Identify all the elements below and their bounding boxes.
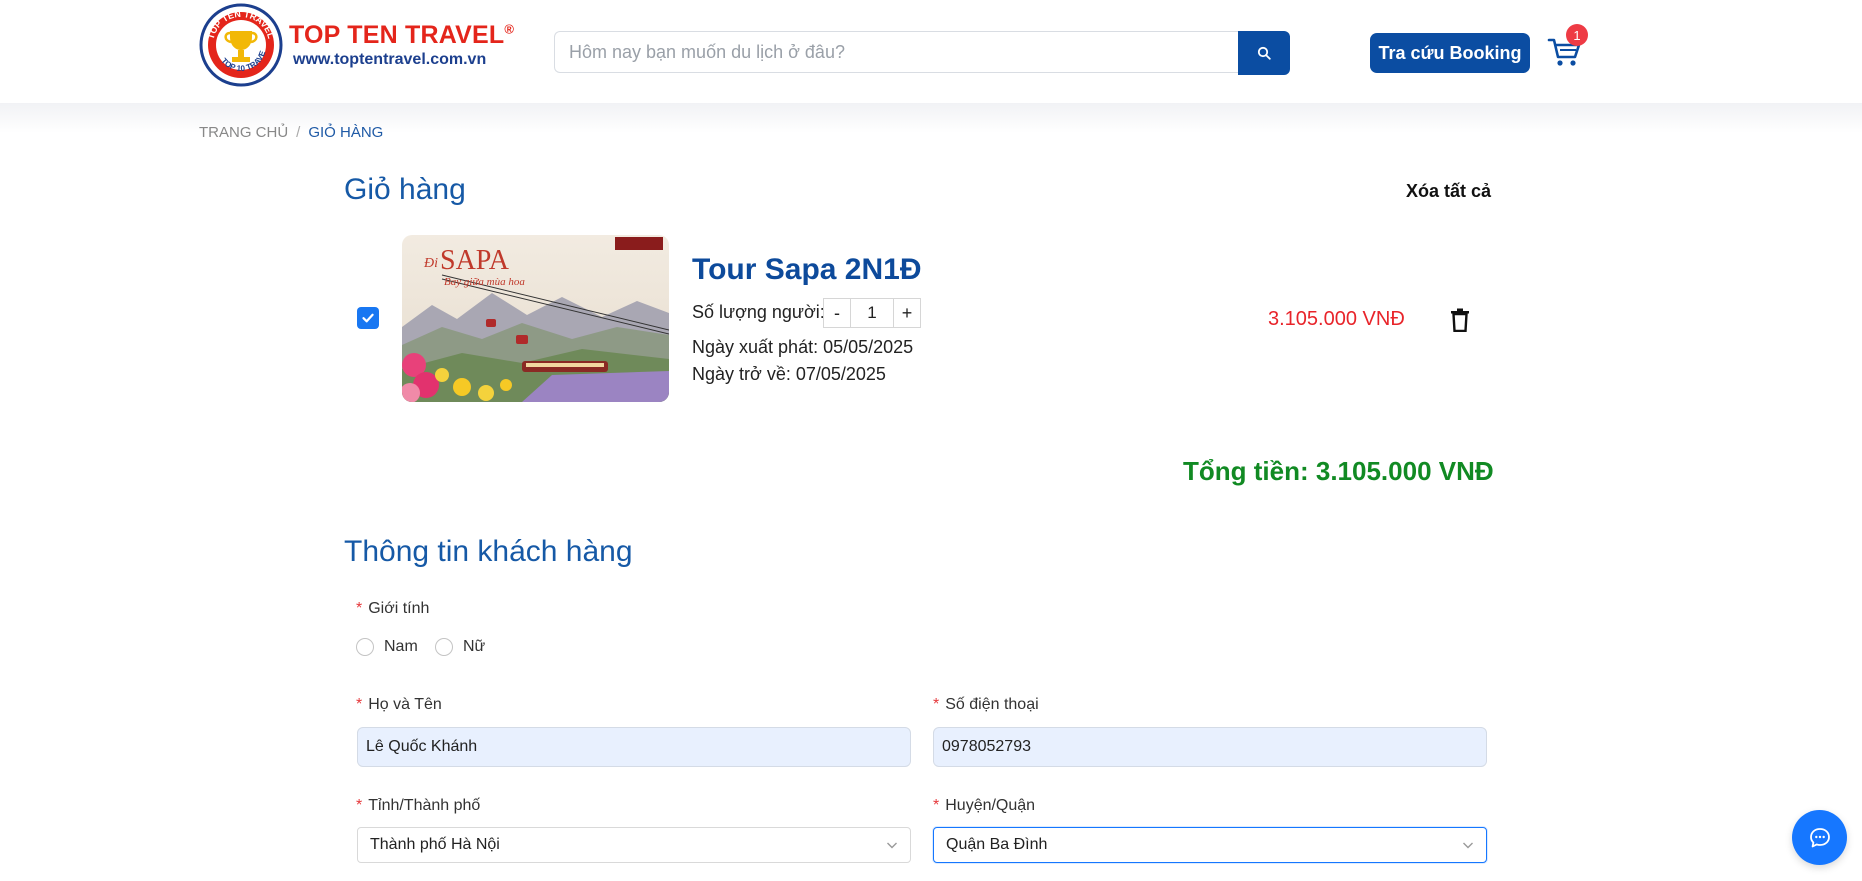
required-mark: *	[356, 600, 363, 617]
quantity-stepper: - +	[823, 298, 921, 328]
province-label: * Tỉnh/Thành phố	[356, 797, 480, 815]
fullname-label-text: Họ và Tên	[368, 696, 442, 713]
district-label-text: Huyện/Quận	[945, 797, 1036, 814]
search-button[interactable]	[1238, 31, 1290, 75]
district-label: * Huyện/Quận	[933, 797, 1035, 815]
clear-all-button[interactable]: Xóa tất cả	[1406, 181, 1491, 202]
quantity-increase-button[interactable]: +	[893, 298, 921, 328]
return-date: Ngày trở về: 07/05/2025	[692, 364, 886, 384]
required-mark: *	[933, 696, 940, 713]
thumb-subtitle: Bay giữa mùa hoa	[444, 276, 525, 288]
item-price: 3.105.000 VNĐ	[1268, 308, 1405, 330]
radio-circle	[356, 638, 374, 656]
quantity-input[interactable]	[851, 298, 893, 328]
gender-label: * Giới tính	[356, 600, 429, 618]
gender-label-text: Giới tính	[368, 600, 430, 617]
phone-field[interactable]	[933, 727, 1487, 767]
province-select[interactable]: Thành phố Hà Nội	[357, 827, 911, 863]
tour-name[interactable]: Tour Sapa 2N1Đ	[692, 253, 922, 287]
thumb-script-top: Đi	[423, 256, 438, 271]
required-mark: *	[356, 696, 363, 713]
search-bar	[554, 31, 1290, 75]
brand-url: www.toptentravel.com.vn	[293, 51, 487, 68]
tour-thumbnail[interactable]: Đi SAPA Bay giữa mùa hoa	[402, 235, 669, 402]
site-header: TOP TEN TRAVEL TOP 10 TRAVEL TOP TEN TRA…	[0, 0, 1862, 103]
cart-count-badge: 1	[1566, 24, 1588, 46]
province-label-text: Tỉnh/Thành phố	[368, 797, 481, 814]
search-icon	[1257, 46, 1271, 60]
logo-badge-icon: TOP TEN TRAVEL TOP 10 TRAVEL	[199, 3, 283, 87]
chevron-down-icon	[1463, 842, 1473, 849]
thumb-title: SAPA	[440, 245, 510, 276]
radio-circle	[435, 638, 453, 656]
brand-name-text: TOP TEN TRAVEL	[289, 21, 505, 49]
cart-total: Tổng tiền: 3.105.000 VNĐ	[1183, 456, 1494, 486]
customer-info-title: Thông tin khách hàng	[344, 535, 633, 568]
search-input[interactable]	[554, 31, 1238, 73]
chevron-down-icon	[887, 842, 897, 849]
chat-button[interactable]	[1792, 810, 1847, 865]
gender-option-label: Nữ	[463, 638, 486, 655]
gender-radio-male[interactable]: Nam	[356, 638, 418, 656]
fullname-field[interactable]	[357, 727, 911, 767]
cart-title: Giỏ hàng	[344, 173, 466, 206]
checkmark-icon	[362, 313, 374, 323]
departure-date: Ngày xuất phát: 05/05/2025	[692, 337, 914, 357]
district-selected-value: Quận Ba Đình	[946, 836, 1048, 853]
breadcrumb: TRANG CHỦ / GIỎ HÀNG	[199, 124, 383, 141]
quantity-decrease-button[interactable]: -	[823, 298, 851, 328]
gender-option-label: Nam	[384, 638, 418, 655]
chat-bubble-icon	[1809, 827, 1830, 847]
item-checkbox[interactable]	[357, 307, 379, 329]
trash-icon[interactable]	[1450, 308, 1470, 332]
phone-label: * Số điện thoại	[933, 696, 1039, 714]
booking-lookup-button[interactable]: Tra cứu Booking	[1370, 33, 1530, 73]
registered-mark: ®	[504, 21, 515, 37]
quantity-label: Số lượng người:	[692, 302, 825, 322]
brand-name: TOP TEN TRAVEL®	[289, 21, 514, 50]
brand-logo[interactable]: TOP TEN TRAVEL TOP 10 TRAVEL TOP TEN TRA…	[199, 3, 514, 87]
breadcrumb-separator: /	[296, 124, 301, 141]
province-selected-value: Thành phố Hà Nội	[370, 836, 500, 853]
breadcrumb-current: GIỎ HÀNG	[308, 124, 384, 141]
phone-label-text: Số điện thoại	[945, 696, 1039, 713]
district-select[interactable]: Quận Ba Đình	[933, 827, 1487, 863]
required-mark: *	[933, 797, 940, 814]
breadcrumb-home[interactable]: TRANG CHỦ	[199, 124, 288, 141]
fullname-label: * Họ và Tên	[356, 696, 442, 714]
gender-radio-female[interactable]: Nữ	[435, 638, 485, 656]
required-mark: *	[356, 797, 363, 814]
